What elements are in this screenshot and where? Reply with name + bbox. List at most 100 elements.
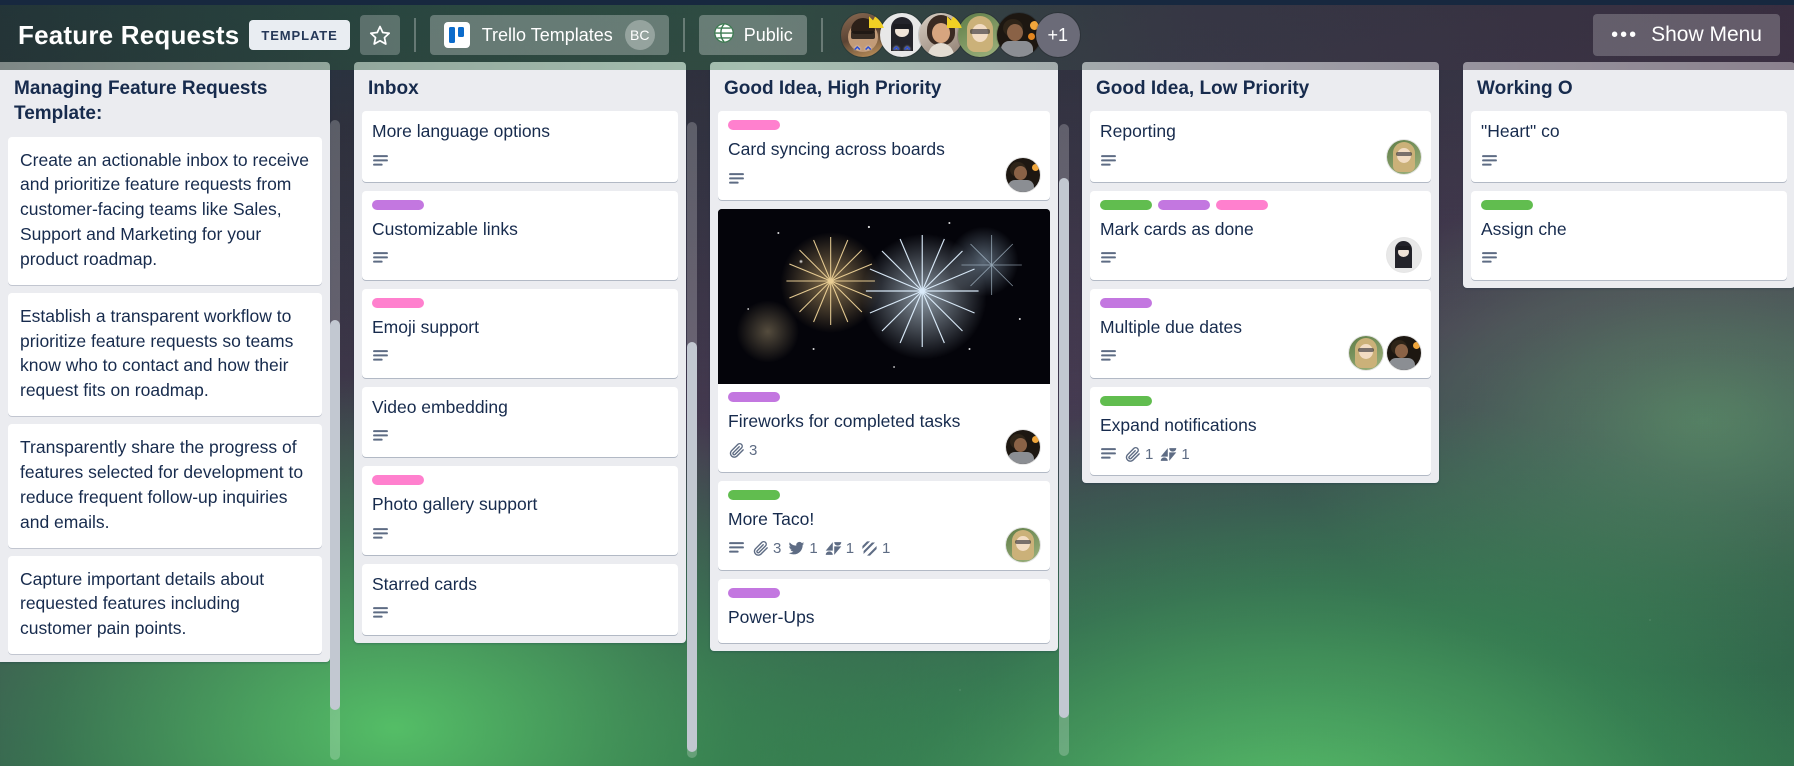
card-title: Multiple due dates (1100, 316, 1243, 337)
label-pink[interactable] (372, 475, 424, 486)
visibility-button[interactable]: Public (698, 15, 807, 55)
badge-count: 1 (1181, 445, 1190, 463)
description-icon (728, 171, 745, 188)
label-pink[interactable] (728, 120, 780, 131)
avatar[interactable]: ⌃⌃ (840, 13, 885, 57)
twitter-icon: 1 (788, 540, 818, 558)
card[interactable]: Video embedding (362, 386, 678, 458)
list-cards: "Heart" co Assign che (1463, 111, 1794, 288)
avatar[interactable] (1387, 140, 1421, 175)
list-item[interactable]: Capture important details about requeste… (8, 555, 322, 655)
avatar[interactable] (1387, 335, 1421, 370)
card[interactable]: Assign che (1471, 191, 1787, 280)
card[interactable]: Card syncing across boards (718, 111, 1050, 201)
card-badges: 3 (728, 439, 1040, 463)
card-title: Fireworks for completed tasks (728, 411, 961, 432)
description-icon (372, 526, 389, 543)
list-good-idea-high-priority[interactable]: Good Idea, High Priority Card syncing ac… (710, 62, 1069, 756)
card[interactable]: More language options (362, 111, 678, 183)
label-pink[interactable] (1216, 200, 1268, 211)
card[interactable]: Reporting (1090, 111, 1431, 183)
trello-logo-icon (443, 22, 470, 48)
card[interactable]: Power-Ups (718, 578, 1050, 644)
list-scrollbar[interactable] (687, 122, 697, 758)
card[interactable]: "Heart" co (1471, 111, 1787, 183)
label-purple[interactable] (728, 392, 780, 403)
avatar[interactable] (1006, 158, 1040, 193)
list-managing-feature-requests[interactable]: Managing Feature Requests Template: Crea… (0, 62, 340, 760)
avatar[interactable] (1387, 237, 1421, 272)
card-cover-fireworks-image (718, 209, 1050, 385)
show-menu-button[interactable]: ••• Show Menu (1593, 14, 1780, 56)
ellipsis-icon: ••• (1611, 24, 1639, 46)
description-icon (372, 153, 389, 170)
label-purple[interactable] (1100, 297, 1152, 308)
badge-count: 1 (1145, 445, 1154, 463)
card-labels (372, 475, 668, 486)
card-title: "Heart" co (1481, 121, 1560, 142)
card[interactable]: Photo gallery support (362, 466, 678, 556)
avatar[interactable] (918, 13, 963, 57)
card-badges: 1 1 (1100, 442, 1421, 466)
card[interactable]: More Taco! 3 1 1 1 (718, 480, 1050, 570)
description-icon (1481, 153, 1498, 170)
list-good-idea-low-priority[interactable]: Good Idea, Low Priority Reporting Mark c… (1082, 62, 1439, 484)
avatar[interactable] (996, 13, 1041, 57)
label-green[interactable] (1100, 200, 1152, 211)
card[interactable]: Customizable links (362, 191, 678, 280)
avatar[interactable] (957, 13, 1002, 57)
list-cards: More language options Customizable links… (354, 111, 686, 643)
label-purple[interactable] (728, 587, 780, 598)
workspace-avatar: BC (624, 20, 655, 50)
list-scrollbar[interactable] (330, 120, 340, 760)
card[interactable]: Fireworks for completed tasks 3 (718, 209, 1050, 472)
card-title: Card syncing across boards (728, 139, 945, 160)
description-icon (728, 540, 745, 557)
avatar[interactable] (1006, 527, 1040, 562)
list-title[interactable]: Managing Feature Requests Template: (0, 62, 330, 137)
label-green[interactable] (1100, 395, 1152, 406)
card[interactable]: Emoji support (362, 288, 678, 378)
workspace-button[interactable]: Trello Templates BC (429, 15, 669, 55)
label-green[interactable] (1481, 200, 1533, 211)
badge-count: 1 (845, 540, 855, 558)
list-item[interactable]: Establish a transparent workflow to prio… (8, 292, 322, 417)
list-item[interactable]: Create an actionable inbox to receive an… (8, 136, 322, 285)
card[interactable]: Mark cards as done (1090, 191, 1431, 280)
attachment-icon: 3 (728, 442, 757, 459)
card[interactable]: Expand notifications 1 1 (1090, 386, 1431, 476)
label-pink[interactable] (372, 297, 424, 308)
card[interactable]: Starred cards (362, 564, 678, 635)
badge-count: 3 (773, 540, 782, 558)
attachment-icon: 1 (1124, 446, 1153, 463)
card-labels (372, 200, 668, 211)
card-labels (372, 297, 668, 308)
label-purple[interactable] (1158, 200, 1210, 211)
card-badges (372, 247, 668, 271)
description-icon (1100, 250, 1117, 267)
card-badges (1100, 149, 1421, 173)
show-menu-label: Show Menu (1651, 23, 1762, 46)
label-purple[interactable] (372, 200, 424, 211)
workspace-name: Trello Templates (481, 24, 613, 45)
card[interactable]: Multiple due dates (1090, 288, 1431, 378)
badge-count: 1 (809, 540, 818, 558)
list-scrollbar[interactable] (1059, 124, 1069, 756)
members-overflow[interactable]: +1 (1035, 13, 1080, 57)
card-title: Emoji support (372, 316, 479, 337)
star-icon[interactable] (359, 15, 400, 55)
card-badges (372, 602, 668, 626)
avatar[interactable]: ⌃⌃ (879, 13, 924, 57)
label-green[interactable] (728, 489, 780, 500)
avatar[interactable] (1006, 429, 1040, 464)
crown-icon (868, 13, 885, 28)
list-working-on[interactable]: Working O "Heart" co Assign che (1463, 62, 1794, 288)
board-members: ⌃⌃ ⌃⌃ +1 (840, 13, 1080, 57)
avatar[interactable] (1349, 335, 1383, 370)
header-divider-3 (820, 18, 823, 52)
description-icon (1100, 446, 1117, 463)
list-item[interactable]: Transparently share the progress of feat… (8, 424, 322, 548)
card-badges (728, 167, 1040, 191)
card-text: Transparently share the progress of feat… (20, 437, 304, 532)
list-inbox[interactable]: Inbox More language options Customizable… (354, 62, 697, 758)
